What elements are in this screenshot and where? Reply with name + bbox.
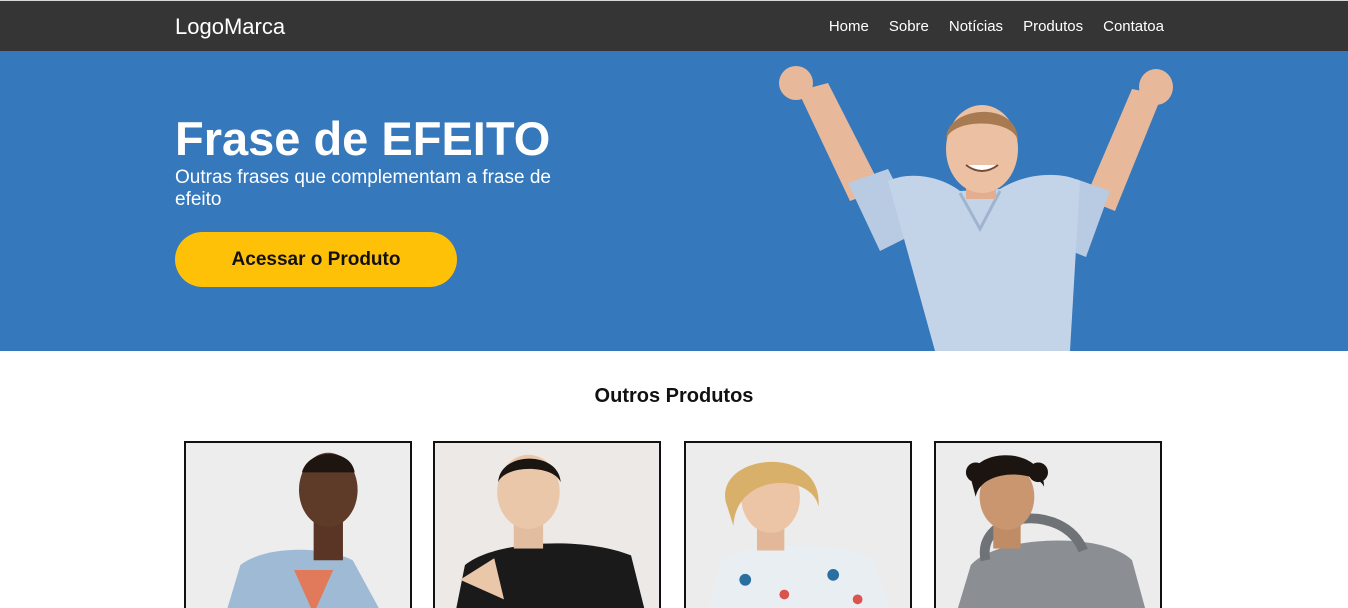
hero-person-image bbox=[779, 66, 1173, 351]
logo[interactable]: LogoMarca bbox=[175, 14, 285, 40]
product-card[interactable] bbox=[934, 441, 1162, 608]
product-image bbox=[686, 443, 910, 608]
hero-subtitle: Outras frases que complementam a frase d… bbox=[175, 167, 551, 210]
product-image bbox=[435, 443, 659, 608]
navbar: LogoMarca Home Sobre Notícias Produtos C… bbox=[0, 0, 1348, 51]
access-product-button[interactable]: Acessar o Produto bbox=[175, 232, 457, 287]
hero-banner: Frase de EFEITO Outras frases que comple… bbox=[0, 51, 1348, 351]
nav-link-produtos[interactable]: Produtos bbox=[1023, 18, 1083, 36]
nav-link-noticias[interactable]: Notícias bbox=[949, 18, 1003, 36]
product-image bbox=[936, 443, 1160, 608]
hero-title: Frase de EFEITO bbox=[175, 112, 551, 165]
main-nav: Home Sobre Notícias Produtos Contatoa bbox=[809, 18, 1164, 36]
product-card[interactable] bbox=[433, 441, 661, 608]
section-title: Outros Produtos bbox=[594, 385, 754, 407]
product-card[interactable] bbox=[684, 441, 912, 608]
nav-link-sobre[interactable]: Sobre bbox=[889, 18, 929, 36]
nav-link-home[interactable]: Home bbox=[829, 18, 869, 36]
nav-link-contato[interactable]: Contatoa bbox=[1103, 18, 1164, 36]
product-image bbox=[186, 443, 410, 608]
product-card[interactable] bbox=[184, 441, 412, 608]
